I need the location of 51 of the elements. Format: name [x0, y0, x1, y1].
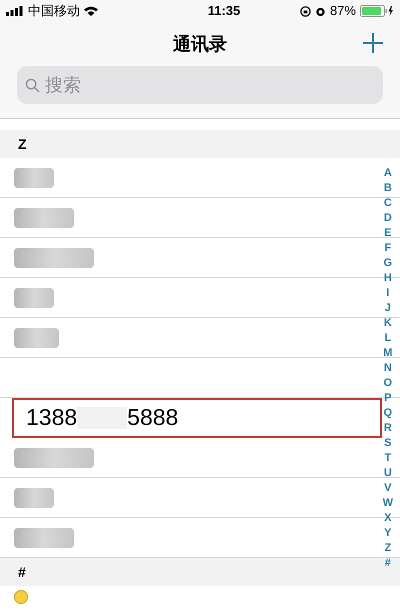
index-letter[interactable]: X — [384, 511, 392, 526]
emoji-icon — [14, 590, 28, 604]
index-letter[interactable]: B — [384, 181, 392, 196]
carrier-name: 中国移动 — [28, 2, 80, 20]
index-letter[interactable]: S — [384, 436, 392, 451]
wifi-icon — [84, 6, 98, 16]
index-letter[interactable]: T — [384, 451, 392, 466]
section-header: Z — [0, 130, 400, 158]
battery-icon — [360, 5, 394, 17]
index-letter[interactable]: G — [384, 256, 392, 271]
index-letter[interactable]: C — [384, 196, 392, 211]
battery-percent: 87% — [330, 2, 356, 20]
search-icon — [25, 78, 40, 93]
index-letter[interactable]: # — [384, 556, 391, 571]
index-letter[interactable]: O — [384, 376, 392, 391]
blurred-name — [14, 208, 74, 228]
signal-icon — [6, 6, 24, 16]
clock-time: 11:35 — [206, 2, 240, 20]
blurred-name — [14, 528, 74, 548]
index-letter[interactable]: K — [384, 316, 392, 331]
index-letter[interactable]: U — [384, 466, 392, 481]
index-letter[interactable]: F — [384, 241, 392, 256]
index-letter[interactable]: D — [384, 211, 392, 226]
phone-number: 5888 — [127, 403, 178, 432]
plus-icon — [363, 33, 383, 53]
index-letter[interactable]: V — [384, 481, 392, 496]
blurred-name — [14, 168, 54, 188]
index-letter[interactable]: Y — [384, 526, 392, 541]
blurred-name — [14, 288, 54, 308]
contact-row[interactable]: 1388 5888 — [12, 398, 382, 438]
index-letter[interactable]: R — [384, 421, 392, 436]
index-letter[interactable]: N — [384, 361, 392, 376]
alarm-icon — [314, 6, 326, 16]
index-letter[interactable]: L — [384, 331, 392, 346]
blurred-name — [14, 488, 54, 508]
page-title: 通讯录 — [173, 32, 227, 56]
add-button[interactable] — [360, 30, 386, 56]
index-letter[interactable]: Q — [384, 406, 392, 421]
index-letter[interactable]: A — [384, 166, 392, 181]
index-letter[interactable]: M — [383, 346, 392, 361]
blurred-name — [14, 328, 59, 348]
index-letter[interactable]: H — [384, 271, 392, 286]
rotation-lock-icon — [300, 6, 311, 16]
index-letter[interactable]: Z — [384, 541, 392, 556]
index-letter[interactable]: E — [384, 226, 392, 241]
index-letter[interactable]: J — [384, 301, 391, 316]
search-field[interactable]: 搜索 — [17, 66, 383, 104]
index-letter[interactable]: W — [382, 496, 393, 511]
phone-number: 1388 — [26, 403, 78, 432]
index-letter[interactable]: I — [386, 286, 390, 301]
index-letter[interactable]: P — [384, 391, 392, 406]
